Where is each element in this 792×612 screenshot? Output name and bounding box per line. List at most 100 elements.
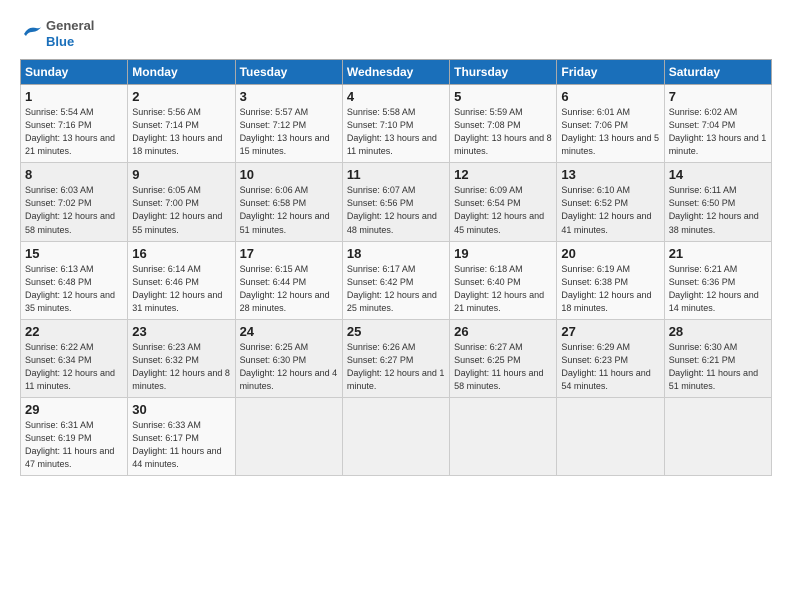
day-number: 13 — [561, 167, 659, 182]
day-number: 17 — [240, 246, 338, 261]
day-number: 19 — [454, 246, 552, 261]
day-info: Sunrise: 6:30 AM Sunset: 6:21 PM Dayligh… — [669, 341, 767, 393]
logo: General Blue — [20, 18, 94, 49]
day-info: Sunrise: 5:56 AM Sunset: 7:14 PM Dayligh… — [132, 106, 230, 158]
calendar-day-cell: 1 Sunrise: 5:54 AM Sunset: 7:16 PM Daylig… — [21, 85, 128, 163]
day-info: Sunrise: 6:05 AM Sunset: 7:00 PM Dayligh… — [132, 184, 230, 236]
calendar-day-cell: 26 Sunrise: 6:27 AM Sunset: 6:25 PM Dayli… — [450, 319, 557, 397]
calendar-day-cell: 27 Sunrise: 6:29 AM Sunset: 6:23 PM Dayli… — [557, 319, 664, 397]
day-number: 24 — [240, 324, 338, 339]
calendar-day-cell: 7Sunrise: 6:02 AM Sunset: 7:04 PM Daylig… — [664, 85, 771, 163]
calendar-day-cell: 14 Sunrise: 6:11 AM Sunset: 6:50 PM Dayli… — [664, 163, 771, 241]
day-info: Sunrise: 6:02 AM Sunset: 7:04 PM Dayligh… — [669, 106, 767, 158]
day-info: Sunrise: 6:26 AM Sunset: 6:27 PM Dayligh… — [347, 341, 445, 393]
day-number: 11 — [347, 167, 445, 182]
calendar-header-row: SundayMondayTuesdayWednesdayThursdayFrid… — [21, 60, 772, 85]
day-info: Sunrise: 6:13 AM Sunset: 6:48 PM Dayligh… — [25, 263, 123, 315]
calendar-day-header: Tuesday — [235, 60, 342, 85]
logo-text: General Blue — [46, 18, 94, 49]
day-number: 15 — [25, 246, 123, 261]
day-number: 26 — [454, 324, 552, 339]
day-number: 20 — [561, 246, 659, 261]
calendar-day-cell: 12Sunrise: 6:09 AM Sunset: 6:54 PM Dayli… — [450, 163, 557, 241]
day-info: Sunrise: 6:33 AM Sunset: 6:17 PM Dayligh… — [132, 419, 230, 471]
calendar-day-cell: 18 Sunrise: 6:17 AM Sunset: 6:42 PM Dayli… — [342, 241, 449, 319]
day-info: Sunrise: 6:22 AM Sunset: 6:34 PM Dayligh… — [25, 341, 123, 393]
day-info: Sunrise: 6:11 AM Sunset: 6:50 PM Dayligh… — [669, 184, 767, 236]
calendar-day-cell: 23 Sunrise: 6:23 AM Sunset: 6:32 PM Dayli… — [128, 319, 235, 397]
calendar-day-cell — [664, 397, 771, 475]
calendar-day-cell: 24 Sunrise: 6:25 AM Sunset: 6:30 PM Dayli… — [235, 319, 342, 397]
calendar-week-row: 1 Sunrise: 5:54 AM Sunset: 7:16 PM Daylig… — [21, 85, 772, 163]
day-number: 14 — [669, 167, 767, 182]
day-number: 27 — [561, 324, 659, 339]
calendar-day-cell: 21 Sunrise: 6:21 AM Sunset: 6:36 PM Dayli… — [664, 241, 771, 319]
calendar-day-cell: 15 Sunrise: 6:13 AM Sunset: 6:48 PM Dayli… — [21, 241, 128, 319]
calendar-day-cell — [557, 397, 664, 475]
day-number: 2 — [132, 89, 230, 104]
calendar-day-cell — [235, 397, 342, 475]
day-number: 18 — [347, 246, 445, 261]
day-info: Sunrise: 6:18 AM Sunset: 6:40 PM Dayligh… — [454, 263, 552, 315]
calendar-day-cell: 6 Sunrise: 6:01 AM Sunset: 7:06 PM Daylig… — [557, 85, 664, 163]
day-number: 21 — [669, 246, 767, 261]
day-info: Sunrise: 6:14 AM Sunset: 6:46 PM Dayligh… — [132, 263, 230, 315]
day-number: 23 — [132, 324, 230, 339]
day-number: 25 — [347, 324, 445, 339]
calendar-day-header: Wednesday — [342, 60, 449, 85]
day-number: 16 — [132, 246, 230, 261]
calendar-day-cell: 29Sunrise: 6:31 AM Sunset: 6:19 PM Dayli… — [21, 397, 128, 475]
day-number: 6 — [561, 89, 659, 104]
day-info: Sunrise: 6:21 AM Sunset: 6:36 PM Dayligh… — [669, 263, 767, 315]
calendar-day-cell: 17 Sunrise: 6:15 AM Sunset: 6:44 PM Dayli… — [235, 241, 342, 319]
day-info: Sunrise: 6:25 AM Sunset: 6:30 PM Dayligh… — [240, 341, 338, 393]
day-info: Sunrise: 5:58 AM Sunset: 7:10 PM Dayligh… — [347, 106, 445, 158]
day-info: Sunrise: 5:59 AM Sunset: 7:08 PM Dayligh… — [454, 106, 552, 158]
page: General Blue SundayMondayTuesdayWednesda… — [0, 0, 792, 486]
calendar-day-header: Sunday — [21, 60, 128, 85]
calendar-day-cell: 5 Sunrise: 5:59 AM Sunset: 7:08 PM Daylig… — [450, 85, 557, 163]
day-number: 28 — [669, 324, 767, 339]
day-info: Sunrise: 6:27 AM Sunset: 6:25 PM Dayligh… — [454, 341, 552, 393]
calendar-day-cell: 30 Sunrise: 6:33 AM Sunset: 6:17 PM Dayli… — [128, 397, 235, 475]
calendar-day-cell: 13 Sunrise: 6:10 AM Sunset: 6:52 PM Dayli… — [557, 163, 664, 241]
logo-container: General Blue — [20, 18, 94, 49]
calendar-day-header: Thursday — [450, 60, 557, 85]
calendar-day-cell: 28 Sunrise: 6:30 AM Sunset: 6:21 PM Dayli… — [664, 319, 771, 397]
calendar-day-cell: 19 Sunrise: 6:18 AM Sunset: 6:40 PM Dayli… — [450, 241, 557, 319]
calendar-day-cell: 9Sunrise: 6:05 AM Sunset: 7:00 PM Daylig… — [128, 163, 235, 241]
day-number: 4 — [347, 89, 445, 104]
day-info: Sunrise: 6:09 AM Sunset: 6:54 PM Dayligh… — [454, 184, 552, 236]
calendar-body: 1 Sunrise: 5:54 AM Sunset: 7:16 PM Daylig… — [21, 85, 772, 476]
day-info: Sunrise: 6:03 AM Sunset: 7:02 PM Dayligh… — [25, 184, 123, 236]
day-info: Sunrise: 6:31 AM Sunset: 6:19 PM Dayligh… — [25, 419, 123, 471]
day-info: Sunrise: 6:01 AM Sunset: 7:06 PM Dayligh… — [561, 106, 659, 158]
calendar-table: SundayMondayTuesdayWednesdayThursdayFrid… — [20, 59, 772, 476]
day-info: Sunrise: 6:17 AM Sunset: 6:42 PM Dayligh… — [347, 263, 445, 315]
calendar-day-cell: 3Sunrise: 5:57 AM Sunset: 7:12 PM Daylig… — [235, 85, 342, 163]
day-number: 30 — [132, 402, 230, 417]
day-info: Sunrise: 5:54 AM Sunset: 7:16 PM Dayligh… — [25, 106, 123, 158]
logo-bird-icon — [20, 22, 44, 46]
day-info: Sunrise: 6:15 AM Sunset: 6:44 PM Dayligh… — [240, 263, 338, 315]
day-number: 1 — [25, 89, 123, 104]
day-info: Sunrise: 6:19 AM Sunset: 6:38 PM Dayligh… — [561, 263, 659, 315]
day-info: Sunrise: 5:57 AM Sunset: 7:12 PM Dayligh… — [240, 106, 338, 158]
day-number: 10 — [240, 167, 338, 182]
calendar-day-cell: 10 Sunrise: 6:06 AM Sunset: 6:58 PM Dayli… — [235, 163, 342, 241]
day-info: Sunrise: 6:07 AM Sunset: 6:56 PM Dayligh… — [347, 184, 445, 236]
calendar-day-cell: 11 Sunrise: 6:07 AM Sunset: 6:56 PM Dayli… — [342, 163, 449, 241]
day-info: Sunrise: 6:29 AM Sunset: 6:23 PM Dayligh… — [561, 341, 659, 393]
calendar-week-row: 29Sunrise: 6:31 AM Sunset: 6:19 PM Dayli… — [21, 397, 772, 475]
calendar-day-cell: 25 Sunrise: 6:26 AM Sunset: 6:27 PM Dayli… — [342, 319, 449, 397]
day-number: 8 — [25, 167, 123, 182]
calendar-day-header: Monday — [128, 60, 235, 85]
calendar-day-cell: 16 Sunrise: 6:14 AM Sunset: 6:46 PM Dayli… — [128, 241, 235, 319]
calendar-week-row: 15 Sunrise: 6:13 AM Sunset: 6:48 PM Dayli… — [21, 241, 772, 319]
day-info: Sunrise: 6:06 AM Sunset: 6:58 PM Dayligh… — [240, 184, 338, 236]
calendar-week-row: 22Sunrise: 6:22 AM Sunset: 6:34 PM Dayli… — [21, 319, 772, 397]
day-info: Sunrise: 6:10 AM Sunset: 6:52 PM Dayligh… — [561, 184, 659, 236]
day-number: 5 — [454, 89, 552, 104]
day-info: Sunrise: 6:23 AM Sunset: 6:32 PM Dayligh… — [132, 341, 230, 393]
calendar-week-row: 8 Sunrise: 6:03 AM Sunset: 7:02 PM Daylig… — [21, 163, 772, 241]
